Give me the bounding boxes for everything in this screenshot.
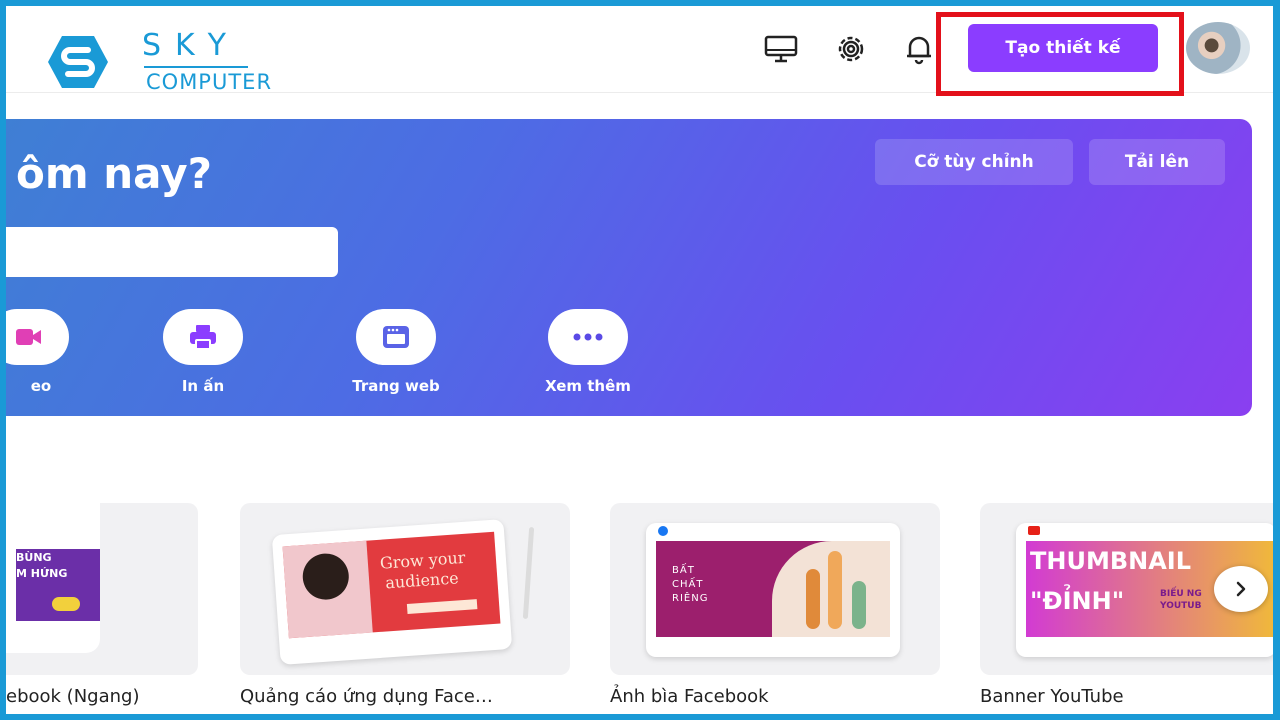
logo-sky-text: SKY: [142, 28, 240, 63]
printer-icon: [190, 325, 216, 350]
category-label: Trang web: [352, 377, 440, 395]
template-card[interactable]: BÙNG M HỨNG: [6, 503, 198, 675]
avatar[interactable]: [1186, 22, 1250, 74]
template-card[interactable]: BẤT CHẤT RIÊNG: [610, 503, 940, 675]
logo-computer-text: COMPUTER: [146, 70, 273, 94]
hero-banner: ôm nay? Cỡ tùy chỉnh Tải lên eo In ấn Tr…: [6, 119, 1252, 416]
template-label: Banner YouTube: [980, 686, 1124, 707]
template-label: Ảnh bìa Facebook: [610, 686, 769, 707]
video-icon: [16, 329, 41, 345]
logo-mark-icon: [48, 36, 108, 88]
chevron-right-icon: [1236, 581, 1246, 597]
template-label: Quảng cáo ứng dụng Face…: [240, 686, 493, 707]
monitor-icon[interactable]: [764, 32, 798, 66]
laptop-mockup: BẤT CHẤT RIÊNG: [646, 523, 900, 657]
category-website[interactable]: Trang web: [331, 309, 461, 404]
category-print[interactable]: In ấn: [138, 309, 268, 404]
template-thumbnail: BÙNG M HỨNG: [16, 549, 100, 621]
sky-computer-logo: SKY COMPUTER: [42, 28, 273, 100]
more-icon: [573, 333, 603, 341]
upload-button[interactable]: Tải lên: [1089, 139, 1225, 185]
category-label: eo: [30, 377, 52, 395]
logo-divider: [144, 66, 248, 68]
template-card[interactable]: Grow your audience: [240, 503, 570, 675]
top-header: SKY COMPUTER Tạo thiết kế: [6, 6, 1273, 96]
gear-icon[interactable]: [834, 32, 868, 66]
category-label: In ấn: [181, 377, 225, 395]
browser-icon: [383, 326, 409, 348]
template-thumbnail: Grow your audience: [282, 531, 501, 639]
category-label: Xem thêm: [545, 377, 631, 395]
screenshot-frame: SKY COMPUTER Tạo thiết kế ôm nay? Cỡ tùy…: [0, 0, 1280, 720]
youtube-icon: [1028, 526, 1040, 535]
custom-size-button[interactable]: Cỡ tùy chỉnh: [875, 139, 1073, 185]
category-more[interactable]: Xem thêm: [523, 309, 653, 404]
template-label: ebook (Ngang): [6, 686, 140, 707]
tablet-mockup: Grow your audience: [271, 519, 513, 665]
carousel-next-button[interactable]: [1214, 566, 1268, 612]
bell-icon[interactable]: [902, 32, 936, 66]
template-thumbnail: BẤT CHẤT RIÊNG: [656, 541, 890, 637]
facebook-icon: [658, 526, 668, 536]
highlight-annotation-box: [936, 12, 1184, 96]
category-video[interactable]: eo: [6, 309, 94, 404]
hero-title: ôm nay?: [16, 149, 212, 198]
search-input[interactable]: [6, 227, 338, 277]
stylus: [522, 526, 535, 620]
